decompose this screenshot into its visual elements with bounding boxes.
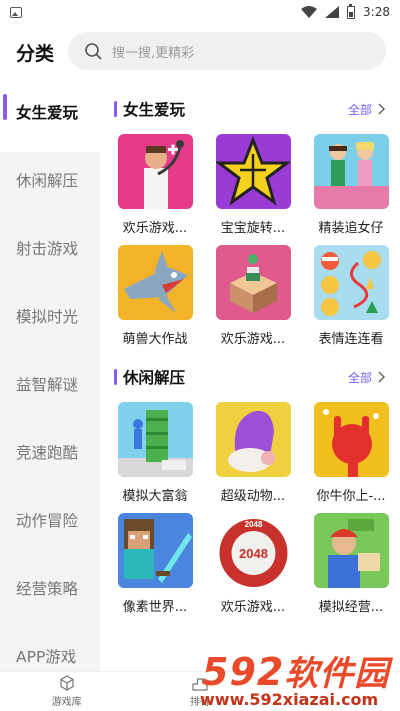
sidebar-item-label: 竞速跑酷 — [16, 444, 79, 462]
watermark-url: www.592xiazai.com — [200, 690, 379, 709]
game-card[interactable]: 欢乐游戏... — [204, 245, 302, 348]
game-name: 模拟大富翁 — [122, 489, 188, 504]
game-thumbnail — [313, 134, 389, 209]
chevron-right-icon — [378, 103, 386, 115]
site-watermark: 592软件园 www.592xiazai.com — [196, 646, 400, 711]
sidebar-item-puzzle[interactable]: 益智解谜 — [0, 356, 100, 424]
game-grid: 欢乐游戏... 宝宝旋转... 精装追女仔 萌兽大作战 欢乐游戏... 表情连连… — [100, 134, 400, 348]
game-thumbnail — [313, 513, 389, 588]
status-bar: 3:28 — [0, 0, 400, 24]
game-card[interactable]: 超级动物... — [204, 402, 302, 505]
game-card[interactable]: 宝宝旋转... — [204, 134, 302, 237]
sidebar-item-simulation[interactable]: 模拟时光 — [0, 288, 100, 356]
sidebar-item-label: 女生爱玩 — [16, 104, 79, 122]
game-card[interactable]: 精装追女仔 — [302, 134, 400, 237]
sidebar-item-casual[interactable]: 休闲解压 — [0, 152, 100, 220]
search-input[interactable]: 搜一搜,更精彩 — [68, 32, 386, 70]
sidebar-item-action[interactable]: 动作冒险 — [0, 492, 100, 560]
section-title: 休闲解压 — [123, 369, 186, 387]
game-name: 精装追女仔 — [318, 221, 384, 236]
see-all-label: 全部 — [347, 370, 372, 385]
game-grid: 模拟大富翁 超级动物... 你牛你上-... 像素世界... 2048 2048 … — [100, 402, 400, 616]
sidebar-item-label: APP游戏 — [16, 648, 77, 666]
svg-text:2048: 2048 — [239, 546, 268, 561]
battery-icon — [347, 3, 356, 19]
nav-tab-label: 游戏库 — [51, 697, 82, 708]
see-all-label: 全部 — [347, 102, 372, 117]
game-card[interactable]: 表情连连看 — [302, 245, 400, 348]
game-name: 你牛你上-... — [316, 489, 386, 504]
game-card[interactable]: 2048 2048 欢乐游戏... — [204, 513, 302, 616]
see-all-link[interactable]: 全部 — [348, 369, 386, 386]
sidebar-item-label: 射击游戏 — [16, 240, 79, 258]
sidebar-item-racing[interactable]: 竞速跑酷 — [0, 424, 100, 492]
search-placeholder: 搜一搜,更精彩 — [112, 45, 195, 61]
signal-icon — [325, 6, 340, 18]
sidebar-item-label: 休闲解压 — [16, 172, 79, 190]
nav-tab-game-library[interactable]: 游戏库 — [0, 672, 133, 711]
sidebar-item-label: 动作冒险 — [16, 512, 79, 530]
game-thumbnail — [215, 134, 291, 209]
sidebar-item-shooting[interactable]: 射击游戏 — [0, 220, 100, 288]
section-title: 女生爱玩 — [123, 101, 186, 119]
page-title: 分类 — [16, 42, 55, 65]
cube-icon — [60, 675, 74, 691]
game-card[interactable]: 模拟大富翁 — [106, 402, 204, 505]
game-thumbnail — [117, 245, 193, 320]
section-accent-bar — [114, 369, 117, 385]
game-thumbnail — [117, 134, 193, 209]
game-name: 超级动物... — [220, 489, 286, 504]
game-card[interactable]: 像素世界... — [106, 513, 204, 616]
game-thumbnail — [215, 402, 291, 477]
watermark-logo: 592软件园 — [202, 646, 389, 695]
wifi-icon — [301, 6, 318, 18]
game-name: 宝宝旋转... — [220, 221, 286, 236]
chevron-right-icon — [378, 371, 386, 383]
game-card[interactable]: 你牛你上-... — [302, 402, 400, 505]
image-icon — [10, 6, 22, 18]
sidebar-item-strategy[interactable]: 经营策略 — [0, 560, 100, 628]
game-name: 欢乐游戏... — [220, 600, 286, 615]
sidebar-item-app[interactable]: APP游戏 — [0, 628, 100, 671]
game-thumbnail — [215, 245, 291, 320]
game-name: 像素世界... — [122, 600, 188, 615]
game-card[interactable]: 欢乐游戏... — [106, 134, 204, 237]
svg-text:2048: 2048 — [244, 520, 262, 529]
sidebar-item-label: 模拟时光 — [16, 308, 79, 326]
game-list: 女生爱玩 全部 欢乐游戏... 宝宝旋转... 精装追女仔 萌兽大作战 欢乐游戏… — [100, 84, 400, 671]
header: 分类 搜一搜,更精彩 — [0, 30, 400, 74]
section-header: 休闲解压 全部 — [100, 352, 400, 402]
sidebar-item-label: 经营策略 — [16, 580, 79, 598]
game-card[interactable]: 萌兽大作战 — [106, 245, 204, 348]
category-sidebar: 女生爱玩 休闲解压 射击游戏 模拟时光 益智解谜 竞速跑酷 动作冒险 经营策略 … — [0, 84, 100, 671]
game-thumbnail — [117, 402, 193, 477]
section-header: 女生爱玩 全部 — [100, 84, 400, 134]
sidebar-item-girls[interactable]: 女生爱玩 — [0, 84, 100, 152]
game-name: 表情连连看 — [318, 332, 384, 347]
game-thumbnail — [313, 402, 389, 477]
sidebar-item-label: 益智解谜 — [16, 376, 79, 394]
game-name: 欢乐游戏... — [122, 221, 188, 236]
see-all-link[interactable]: 全部 — [348, 101, 386, 118]
watermark-logo-number: 592 — [202, 650, 285, 694]
section-accent-bar — [114, 101, 117, 117]
search-icon — [85, 43, 102, 60]
game-name: 萌兽大作战 — [122, 332, 188, 347]
game-name: 欢乐游戏... — [220, 332, 286, 347]
watermark-logo-text: 软件园 — [284, 654, 390, 694]
game-thumbnail — [117, 513, 193, 588]
game-name: 模拟经营... — [318, 600, 384, 615]
status-time: 3:28 — [363, 5, 390, 19]
game-thumbnail — [313, 245, 389, 320]
game-thumbnail: 2048 2048 — [215, 513, 291, 588]
game-card[interactable]: 模拟经营... — [302, 513, 400, 616]
